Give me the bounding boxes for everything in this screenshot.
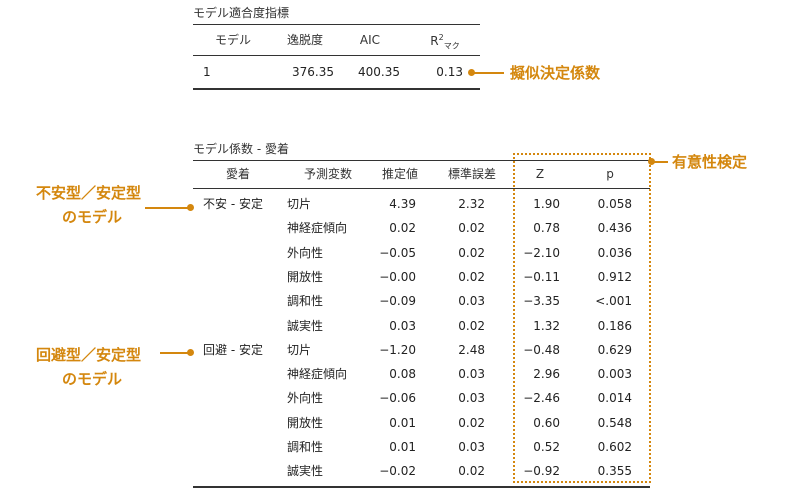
fit-cell-r2: 0.13 xyxy=(436,65,463,79)
coef-header-attachment: 愛着 xyxy=(225,167,250,181)
se-cell: 0.02 xyxy=(458,464,485,479)
avoidant-connector xyxy=(160,352,189,354)
avoidant-dot xyxy=(187,349,194,356)
coef-header-estimate: 推定値 xyxy=(381,167,418,181)
fit-table-header-rule xyxy=(193,55,480,56)
coef-table-caption: モデル係数 - 愛着 xyxy=(193,142,289,156)
fit-header-aic: AIC xyxy=(359,33,381,47)
estimate-cell: 4.39 xyxy=(389,197,416,211)
se-cell: 0.02 xyxy=(458,245,485,260)
fit-table-caption: モデル適合度指標 xyxy=(193,6,290,20)
estimate-cell: 0.01 xyxy=(389,440,416,454)
se-cell: 0.02 xyxy=(458,415,485,430)
se-cell: 0.02 xyxy=(458,318,485,333)
coef-table-bottom-rule xyxy=(193,486,650,488)
estimate-cell: −0.06 xyxy=(379,391,416,406)
avoidant-model-annotation-line2: のモデル xyxy=(62,370,123,388)
significance-annotation: 有意性検定 xyxy=(672,153,748,171)
coef-header-predictor: 予測変数 xyxy=(303,167,352,181)
anxious-model-annotation-line1: 不安型／安定型 xyxy=(36,184,142,202)
estimate-cell: 0.02 xyxy=(389,221,416,236)
estimate-cell: 0.03 xyxy=(389,318,416,333)
predictor-cell: 外向性 xyxy=(287,245,324,260)
fit-cell-model: 1 xyxy=(203,65,211,79)
estimate-cell: −0.00 xyxy=(379,269,416,284)
anxious-connector xyxy=(145,207,189,209)
pseudo-r2-connector xyxy=(474,72,504,74)
predictor-cell: 調和性 xyxy=(287,294,324,309)
anxious-model-annotation-line2: のモデル xyxy=(62,208,123,226)
estimate-cell: −0.02 xyxy=(379,464,416,479)
se-cell: 0.02 xyxy=(458,269,485,284)
fit-header-r2: R2マク xyxy=(430,33,460,51)
pseudo-r2-annotation: 擬似決定係数 xyxy=(510,64,601,82)
fit-cell-aic: 400.35 xyxy=(358,65,400,79)
estimate-cell: 0.01 xyxy=(389,415,416,430)
group-label: 不安 - 安定 xyxy=(203,197,263,211)
predictor-cell: 切片 xyxy=(287,342,312,357)
fit-header-deviance: 逸脱度 xyxy=(286,33,323,47)
se-cell: 2.48 xyxy=(458,342,485,357)
fit-cell-deviance: 376.35 xyxy=(292,65,334,79)
anxious-dot xyxy=(187,204,194,211)
predictor-cell: 神経症傾向 xyxy=(287,221,348,236)
fit-table-bottom-rule xyxy=(193,88,480,90)
se-cell: 0.03 xyxy=(458,391,485,406)
estimate-cell: −0.05 xyxy=(379,245,416,260)
significance-connector xyxy=(654,161,668,163)
estimate-cell: −1.20 xyxy=(379,342,416,357)
predictor-cell: 開放性 xyxy=(287,415,324,430)
significance-highlight-box xyxy=(513,153,651,483)
group-label: 回避 - 安定 xyxy=(203,342,263,357)
se-cell: 0.03 xyxy=(458,440,485,454)
se-cell: 0.02 xyxy=(458,221,485,236)
predictor-cell: 誠実性 xyxy=(287,464,324,479)
se-cell: 0.03 xyxy=(458,367,485,382)
estimate-cell: −0.09 xyxy=(379,294,416,309)
fit-table-top-rule xyxy=(193,24,480,25)
predictor-cell: 開放性 xyxy=(287,269,324,284)
predictor-cell: 誠実性 xyxy=(287,318,324,333)
predictor-cell: 切片 xyxy=(287,197,312,211)
predictor-cell: 神経症傾向 xyxy=(287,367,348,382)
predictor-cell: 調和性 xyxy=(287,440,324,454)
coef-header-se: 標準誤差 xyxy=(447,167,496,181)
se-cell: 0.03 xyxy=(458,294,485,309)
fit-header-model: モデル xyxy=(214,33,251,47)
estimate-cell: 0.08 xyxy=(389,367,416,382)
predictor-cell: 外向性 xyxy=(287,391,324,406)
se-cell: 2.32 xyxy=(458,197,485,211)
avoidant-model-annotation-line1: 回避型／安定型 xyxy=(36,346,142,364)
